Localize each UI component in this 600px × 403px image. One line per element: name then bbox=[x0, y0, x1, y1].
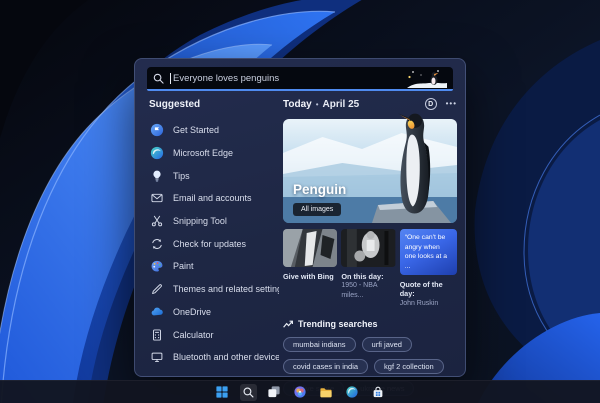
snipping-tool-icon bbox=[149, 214, 164, 229]
suggested-item-label: Microsoft Edge bbox=[173, 148, 234, 159]
all-images-button[interactable]: All images bbox=[293, 203, 342, 216]
today-heading: Today • April 25 bbox=[283, 99, 359, 110]
start-button[interactable] bbox=[214, 384, 231, 401]
suggested-item-label: Tips bbox=[173, 170, 190, 181]
paint-icon bbox=[149, 259, 164, 274]
text-caret bbox=[170, 72, 171, 84]
suggested-item-calculator[interactable]: Calculator bbox=[147, 323, 279, 346]
photos-icon[interactable] bbox=[292, 384, 309, 401]
file-explorer-icon[interactable] bbox=[318, 384, 335, 401]
search-panel: Suggested Get Started bbox=[134, 58, 466, 397]
task-view-icon[interactable] bbox=[266, 384, 283, 401]
microsoft-store-icon[interactable] bbox=[370, 384, 387, 401]
suggested-item-snipping-tool[interactable]: Snipping Tool bbox=[147, 210, 279, 233]
suggested-item-email-accounts[interactable]: Email and accounts bbox=[147, 187, 279, 210]
info-card-label: Give with Bing bbox=[283, 272, 334, 281]
update-icon bbox=[149, 236, 164, 251]
info-card-sublabel: 1950 - NBA miles... bbox=[341, 282, 378, 299]
penguin-image bbox=[398, 113, 431, 214]
search-input[interactable] bbox=[173, 72, 407, 84]
themes-icon bbox=[149, 282, 164, 297]
info-card-label: Quote of the day: bbox=[399, 280, 443, 299]
calculator-icon bbox=[149, 327, 164, 342]
info-card-quote[interactable]: “One can't be angry when one looks at a … bbox=[399, 229, 457, 308]
suggested-item-label: Get Started bbox=[173, 125, 220, 136]
suggested-item-onedrive[interactable]: OneDrive bbox=[147, 301, 279, 324]
info-card-sublabel: John Ruskin bbox=[399, 299, 439, 307]
pill-covid-cases-in-india[interactable]: covid cases in india bbox=[283, 359, 369, 375]
email-icon bbox=[149, 191, 164, 206]
suggested-item-themes-settings[interactable]: Themes and related settings bbox=[147, 278, 279, 301]
edge-icon bbox=[149, 146, 164, 161]
taskbar-search-icon[interactable] bbox=[239, 383, 257, 401]
trending-title: Trending searches bbox=[298, 319, 378, 330]
suggested-item-microsoft-edge[interactable]: Microsoft Edge bbox=[147, 142, 279, 165]
onedrive-icon bbox=[149, 304, 164, 319]
suggested-item-paint[interactable]: Paint bbox=[147, 255, 279, 278]
hero-title: Penguin bbox=[293, 182, 347, 197]
info-card-label: On this day: bbox=[341, 272, 384, 281]
suggested-item-label: Check for updates bbox=[173, 238, 247, 249]
pill-mumbai-indians[interactable]: mumbai indians bbox=[283, 337, 356, 353]
tips-icon bbox=[149, 168, 164, 183]
suggested-item-check-updates[interactable]: Check for updates bbox=[147, 232, 279, 255]
search-bar[interactable] bbox=[147, 67, 453, 91]
suggested-item-get-started[interactable]: Get Started bbox=[147, 119, 279, 142]
more-options-button[interactable]: ••• bbox=[446, 100, 457, 108]
search-icon bbox=[153, 73, 164, 84]
dot-separator: • bbox=[315, 99, 319, 109]
pill-urfi-javed[interactable]: urfi javed bbox=[361, 337, 412, 353]
suggested-item-label: Calculator bbox=[173, 329, 214, 340]
edge-taskbar-icon[interactable] bbox=[344, 384, 361, 401]
info-card-give-with-bing[interactable]: Give with Bing bbox=[283, 229, 338, 308]
suggested-section: Suggested Get Started Microsoft Edge Tip… bbox=[147, 97, 279, 370]
trending-up-icon bbox=[283, 321, 293, 328]
hero-card-penguin[interactable]: Penguin All images bbox=[283, 113, 457, 223]
desktop: Suggested Get Started bbox=[0, 0, 600, 403]
get-started-icon bbox=[149, 123, 164, 138]
suggested-item-label: Snipping Tool bbox=[173, 216, 227, 227]
on-this-day-image bbox=[341, 229, 396, 267]
today-label: Today bbox=[283, 98, 312, 110]
suggested-title: Suggested bbox=[149, 99, 201, 110]
suggested-item-bluetooth-devices[interactable]: Bluetooth and other devices sett... bbox=[147, 346, 279, 369]
penguin-night-illustration-icon bbox=[407, 70, 447, 88]
info-card-on-this-day[interactable]: On this day: 1950 - NBA miles... bbox=[341, 229, 396, 308]
suggested-item-label: Email and accounts bbox=[173, 193, 252, 204]
info-cards-row: Give with Bing On this day: 1950 - NBA m… bbox=[283, 229, 457, 308]
today-section: Today • April 25 D ••• Penguin All image… bbox=[283, 97, 457, 397]
give-with-bing-image bbox=[283, 229, 338, 267]
suggested-item-label: Themes and related settings bbox=[173, 284, 279, 295]
devices-icon bbox=[149, 350, 164, 365]
suggested-item-label: Paint bbox=[173, 261, 194, 272]
suggested-item-label: OneDrive bbox=[173, 306, 212, 317]
pill-kgf-2-collection[interactable]: kgf 2 collection bbox=[374, 359, 444, 375]
today-date: April 25 bbox=[322, 98, 360, 110]
suggested-item-tips[interactable]: Tips bbox=[147, 164, 279, 187]
quote-text: “One can't be angry when one looks at a … bbox=[399, 229, 457, 275]
suggested-item-label: Bluetooth and other devices sett... bbox=[173, 352, 279, 363]
taskbar bbox=[0, 380, 600, 403]
